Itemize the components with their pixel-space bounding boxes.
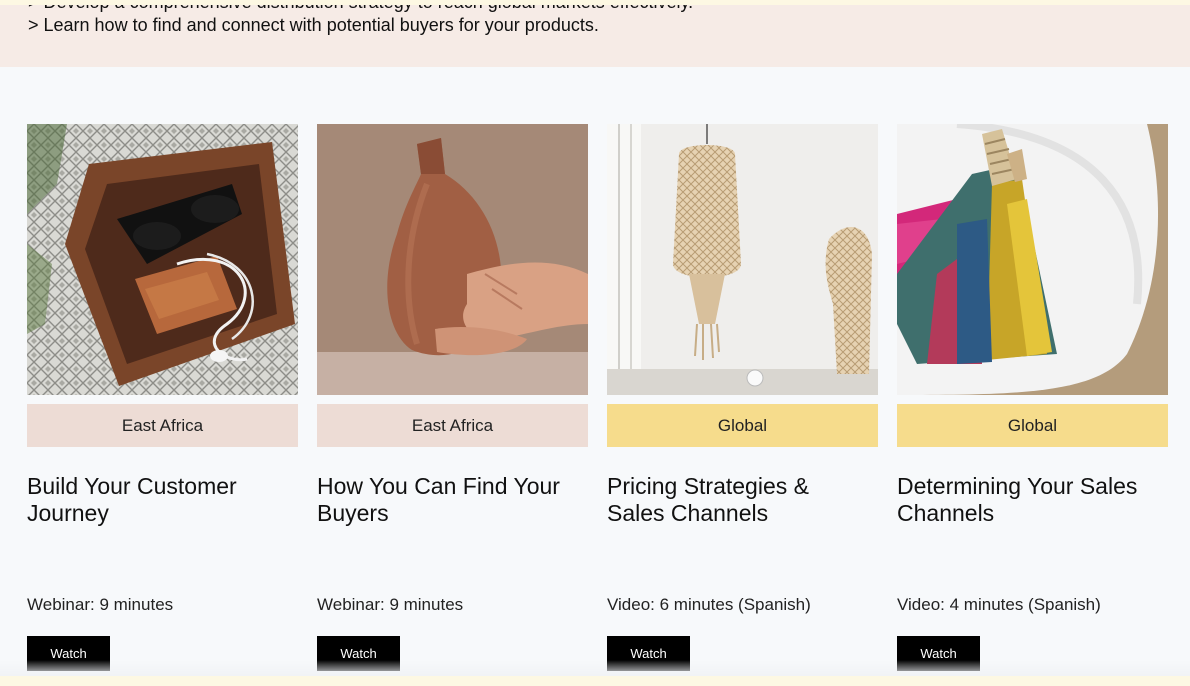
card-image-straw-brush[interactable] bbox=[897, 124, 1168, 395]
card-duration: Video: 6 minutes (Spanish) bbox=[607, 595, 811, 614]
intro-line-distribution: > Develop a comprehensive distribution s… bbox=[28, 5, 693, 13]
card-duration: Video: 4 minutes (Spanish) bbox=[897, 595, 1101, 614]
course-card[interactable]: East Africa How You Can Find Your Buyers… bbox=[317, 124, 588, 672]
region-tag: Global bbox=[607, 404, 878, 447]
course-card[interactable]: East Africa Build Your Customer Journey … bbox=[27, 124, 298, 672]
card-title[interactable]: Determining Your Sales Channels bbox=[897, 473, 1162, 527]
bottom-strip bbox=[0, 676, 1190, 686]
course-card[interactable]: Global Pricing Strategies & Sales Channe… bbox=[607, 124, 878, 672]
leather-tray-image bbox=[27, 124, 298, 395]
region-tag: East Africa bbox=[27, 404, 298, 447]
rattan-lamp-image bbox=[607, 124, 878, 395]
card-image-leather-tray[interactable] bbox=[27, 124, 298, 395]
card-title[interactable]: How You Can Find Your Buyers bbox=[317, 473, 582, 527]
intro-line-buyers: > Learn how to find and connect with pot… bbox=[28, 15, 599, 35]
straw-brush-image bbox=[897, 124, 1168, 395]
card-image-terracotta-vase[interactable] bbox=[317, 124, 588, 395]
card-title[interactable]: Build Your Customer Journey bbox=[27, 473, 292, 527]
region-tag: Global bbox=[897, 404, 1168, 447]
card-title[interactable]: Pricing Strategies & Sales Channels bbox=[607, 473, 872, 527]
region-tag: East Africa bbox=[317, 404, 588, 447]
course-card[interactable]: Global Determining Your Sales Channels V… bbox=[897, 124, 1168, 672]
card-duration: Webinar: 9 minutes bbox=[317, 595, 464, 614]
card-image-rattan-lamp[interactable] bbox=[607, 124, 878, 395]
course-card-grid: East Africa Build Your Customer Journey … bbox=[27, 124, 1169, 684]
terracotta-vase-image bbox=[317, 124, 588, 395]
bottom-fade bbox=[0, 660, 1190, 676]
card-duration: Webinar: 9 minutes bbox=[27, 595, 174, 614]
intro-banner: > Develop a comprehensive distribution s… bbox=[0, 5, 1190, 67]
